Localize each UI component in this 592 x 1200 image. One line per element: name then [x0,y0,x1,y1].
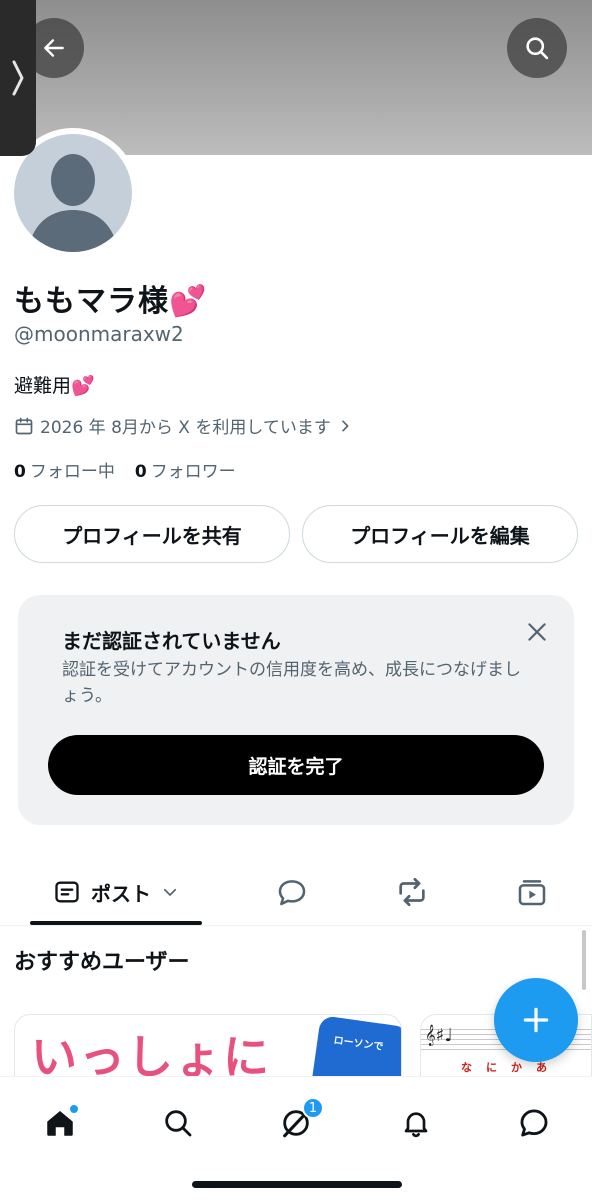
side-drawer-handle[interactable] [0,0,36,156]
search-icon [526,37,549,60]
tab-media[interactable] [502,860,562,924]
music-notes-icon: 𝄞♯♩ [425,1025,453,1046]
verification-description: 認証を受けてアカウントの信用度を高め、成長につなげましょう。 [62,660,521,706]
calendar-icon [15,417,33,434]
posts-icon [55,881,79,903]
complete-verification-button[interactable]: 認証を完了 [48,735,544,795]
nav-notifications[interactable] [386,1093,446,1153]
username-handle: @moonmaraxw2 [14,322,184,346]
back-arrow-icon [44,39,64,57]
tab-replies[interactable] [262,860,322,924]
recommended-users-title: おすすめユーザー [14,950,190,975]
following-count: 0 [14,462,26,482]
verification-card: まだ認証されていません 認証を受けてアカウントの信用度を高め、成長につなげましょ… [18,595,574,825]
nav-messages[interactable] [504,1093,564,1153]
following-link[interactable]: 0 フォロー中 [14,457,115,482]
nav-grok[interactable]: 1 [266,1093,326,1153]
reply-icon [278,880,306,906]
display-name: ももマラ様💕 [14,284,208,319]
active-tab-indicator [30,921,202,925]
bio: 避難用💕 [14,375,95,397]
plus-icon [523,1007,549,1033]
followers-count: 0 [134,462,147,482]
search-icon [165,1110,192,1137]
nav-home[interactable] [30,1093,90,1153]
joined-text: 2026 年 8月から X を利用しています [40,418,331,438]
home-indicator[interactable] [192,1181,402,1188]
repost-icon [399,877,425,907]
followers-link[interactable]: 0 フォロワー [135,457,236,482]
following-label: フォロー中 [29,462,115,482]
notification-badge: 1 [302,1097,324,1119]
edit-profile-button[interactable]: プロフィールを編集 [302,505,578,563]
verification-title: まだ認証されていません [62,629,281,653]
tab-posts-label: ポスト [91,881,151,906]
recommended-card-lyric: なにかあ [461,1061,561,1074]
tab-reposts[interactable] [382,860,442,924]
close-icon [528,623,546,641]
follow-stats: 0 フォロー中 0 フォロワー [14,457,236,482]
side-handle-chevron-icon [12,60,24,96]
compose-post-button[interactable] [494,978,578,1062]
profile-tabs: ポスト [0,860,592,926]
nav-search[interactable] [148,1093,208,1153]
messages-icon [520,1109,548,1137]
media-icon [518,880,546,906]
scrollbar[interactable] [582,930,586,990]
home-new-dot [70,1105,78,1113]
verification-close-button[interactable] [524,619,550,645]
joined-date[interactable]: 2026 年 8月から X を利用しています [14,413,353,438]
search-button[interactable] [507,18,567,78]
chevron-right-icon [342,420,349,431]
tab-posts[interactable]: ポスト [30,860,202,924]
bell-icon [404,1112,428,1138]
followers-label: フォロワー [150,462,236,482]
share-profile-button[interactable]: プロフィールを共有 [14,505,290,563]
chevron-down-icon [163,888,177,896]
